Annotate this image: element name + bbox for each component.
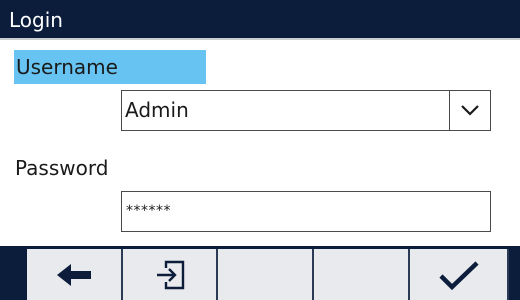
checkmark-icon	[439, 261, 479, 291]
arrow-left-icon	[57, 264, 91, 286]
dropdown-toggle-button[interactable]	[449, 91, 490, 130]
softkey-4[interactable]	[314, 249, 410, 300]
password-value: ******	[126, 203, 171, 219]
confirm-button[interactable]	[410, 249, 509, 300]
username-dropdown[interactable]: Admin	[121, 90, 491, 131]
window-title: Login	[9, 8, 63, 32]
password-label: Password	[15, 156, 109, 180]
exit-button[interactable]	[123, 249, 218, 300]
softkey-3[interactable]	[218, 249, 314, 300]
softkey-bar	[0, 246, 520, 300]
exit-icon	[157, 260, 185, 290]
chevron-down-icon	[461, 105, 479, 116]
title-bar: Login	[0, 0, 520, 40]
back-button[interactable]	[27, 249, 123, 300]
password-field[interactable]: ******	[121, 191, 491, 232]
username-label[interactable]: Username	[14, 50, 206, 84]
username-value: Admin	[125, 98, 189, 122]
